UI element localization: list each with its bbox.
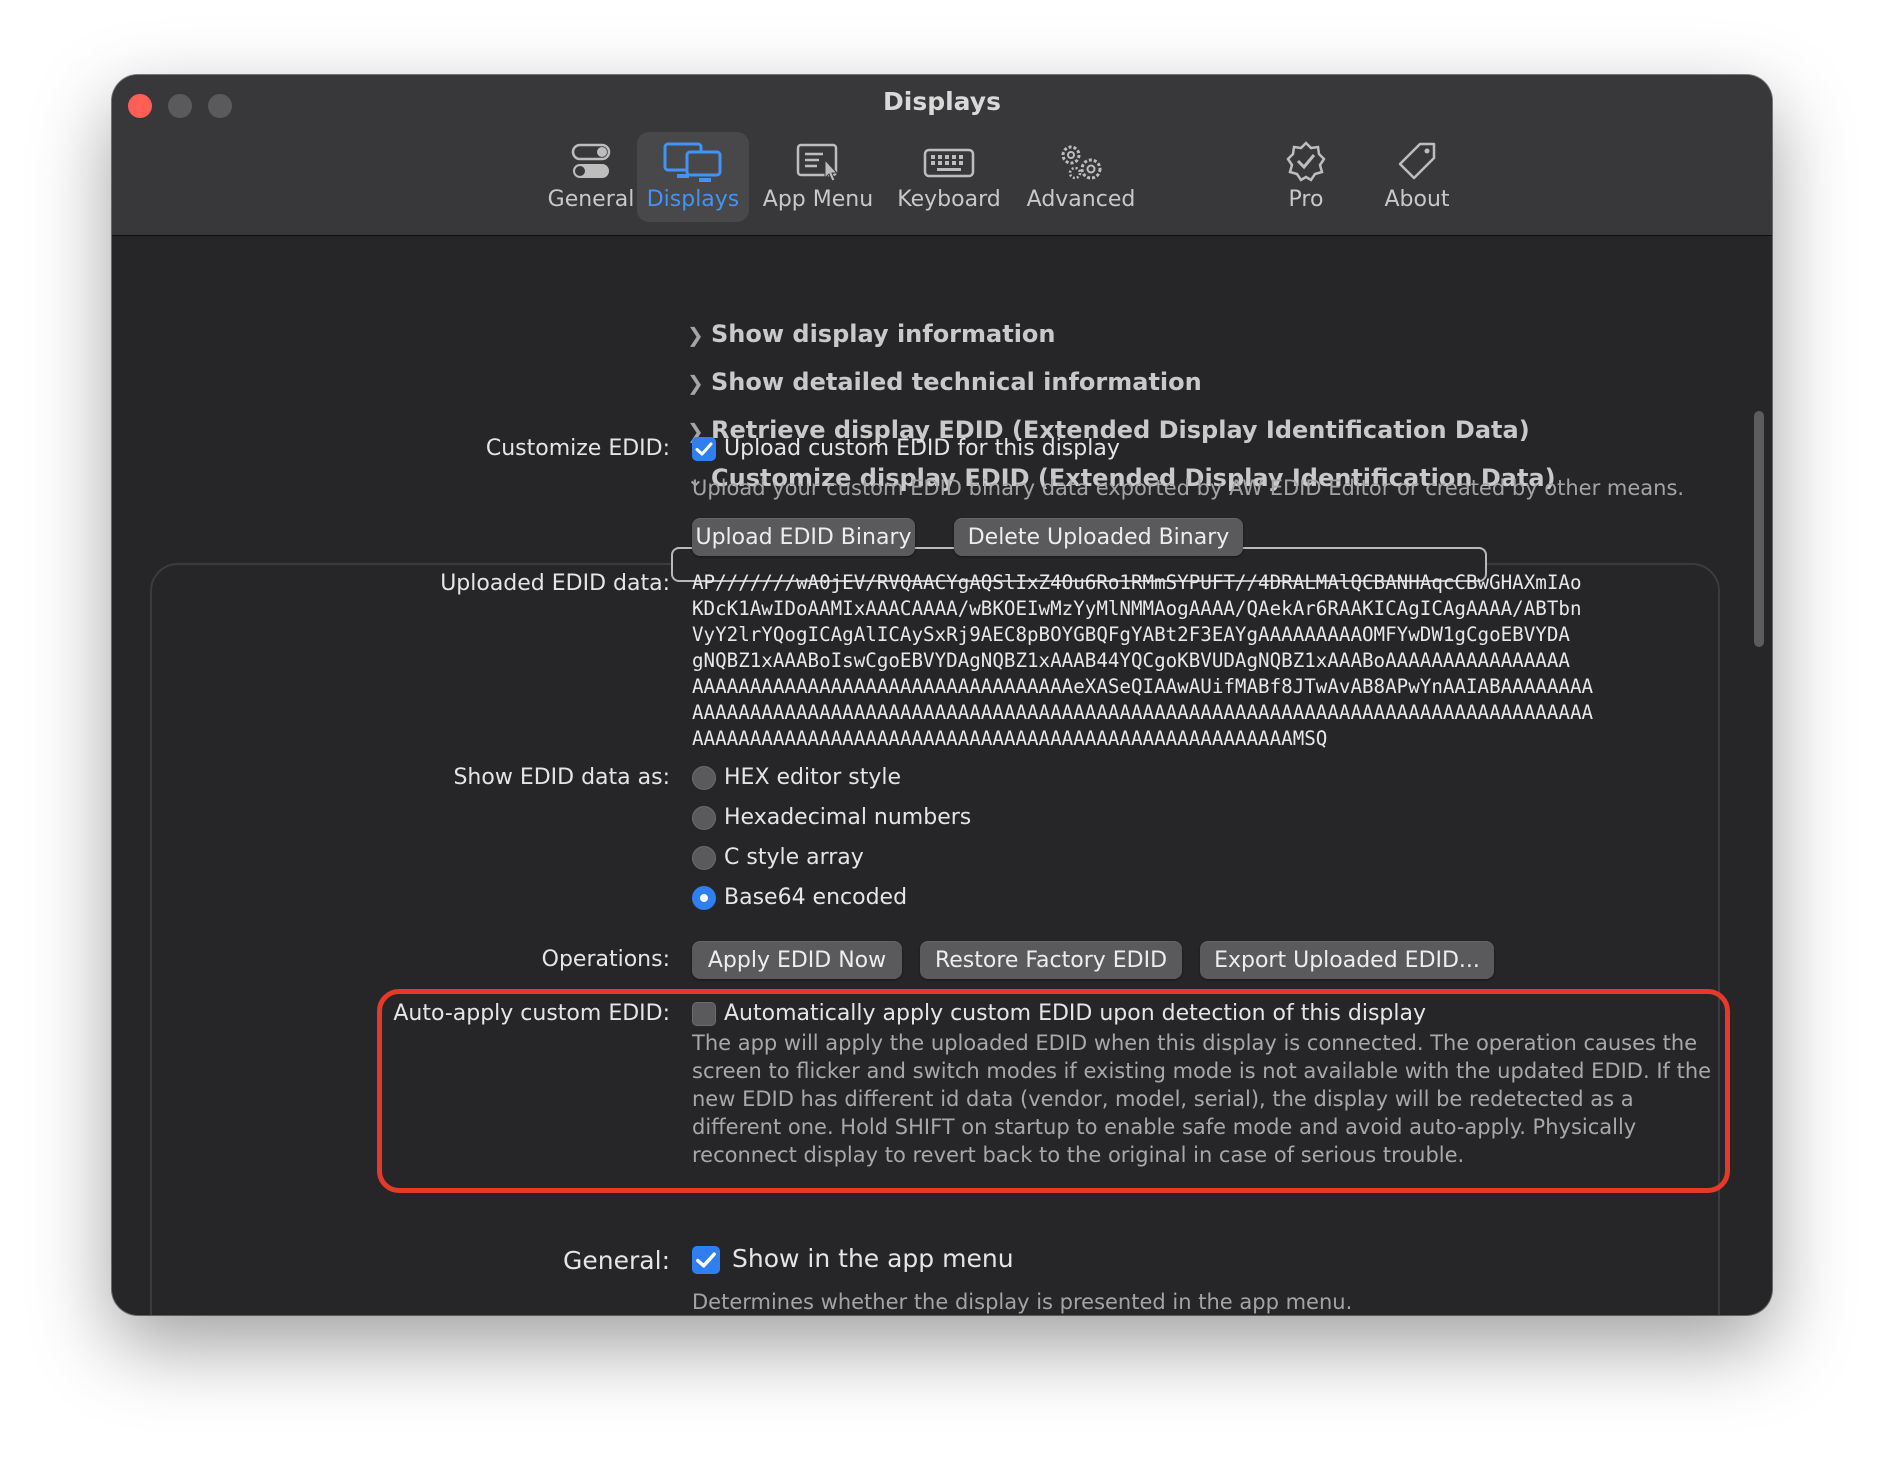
edid-line: VyY2lrYQogICAgAlICAySxRj9AEC8pBOYGBQFgYA…	[692, 623, 1570, 646]
edid-line: AAAAAAAAAAAAAAAAAAAAAAAAAAAAAAAAAAAAAAAA…	[692, 727, 1328, 750]
displays-icon	[663, 142, 722, 182]
tag-icon	[1398, 142, 1436, 180]
tab-keyboard[interactable]: Keyboard	[887, 132, 1011, 222]
app-menu-icon	[796, 143, 839, 182]
checkmark-icon	[695, 442, 713, 456]
tab-displays-label: Displays	[646, 187, 740, 212]
tab-pro-label: Pro	[1288, 187, 1324, 212]
radio-c-array[interactable]	[692, 846, 716, 870]
tab-app-menu[interactable]: App Menu	[760, 132, 876, 222]
keyboard-icon	[923, 148, 975, 178]
checkmark-icon	[696, 1252, 716, 1268]
customize-edid-field-label: Customize EDID:	[485, 436, 670, 461]
show-technical-info-disclosure[interactable]: ❯ Show detailed technical information	[687, 368, 1202, 396]
tab-general-label: General	[547, 187, 635, 212]
radio-c-array-label: C style array	[724, 845, 864, 870]
chevron-right-icon: ❯	[687, 323, 704, 347]
edid-line: AAAAAAAAAAAAAAAAAAAAAAAAAAAAAAAAAeXASeQI…	[692, 675, 1594, 698]
upload-custom-edid-label: Upload custom EDID for this display	[724, 436, 1120, 461]
apply-edid-now-button[interactable]: Apply EDID Now	[692, 941, 902, 979]
edid-line: KDcK1AwIDoAAMIxAAACAAAA/wBKOEIwMzYyMlNMM…	[692, 597, 1582, 620]
uploaded-edid-text[interactable]: AP///////wA0jEV/RVQAACYgAQSlIxZ4Ou6Ro1RM…	[692, 570, 1722, 752]
show-display-info-label: Show display information	[711, 320, 1056, 348]
restore-factory-edid-button[interactable]: Restore Factory EDID	[920, 941, 1182, 979]
radio-base64[interactable]	[692, 886, 716, 910]
operations-label: Operations:	[541, 947, 670, 972]
edid-line: AP///////wA0jEV/RVQAACYgAQSlIxZ4Ou6Ro1RM…	[692, 571, 1582, 594]
tab-displays[interactable]: Displays	[637, 132, 749, 222]
upload-hint: Upload your custom EDID binary data expo…	[692, 476, 1685, 500]
chevron-right-icon: ❯	[687, 371, 704, 395]
show-edid-as-label: Show EDID data as:	[453, 765, 670, 790]
show-display-info-disclosure[interactable]: ❯ Show display information	[687, 320, 1056, 348]
tab-pro[interactable]: Pro	[1262, 132, 1350, 222]
radio-hexadecimal-label: Hexadecimal numbers	[724, 805, 972, 830]
toggles-icon	[571, 143, 611, 178]
show-in-app-menu-label: Show in the app menu	[732, 1244, 1014, 1273]
radio-hex-editor[interactable]	[692, 766, 716, 790]
export-uploaded-edid-button[interactable]: Export Uploaded EDID...	[1200, 941, 1494, 979]
delete-uploaded-binary-button[interactable]: Delete Uploaded Binary	[954, 518, 1243, 556]
tab-advanced[interactable]: Advanced	[1017, 132, 1145, 222]
upload-edid-binary-button[interactable]: Upload EDID Binary	[692, 518, 915, 556]
radio-hexadecimal[interactable]	[692, 806, 716, 830]
radio-base64-label: Base64 encoded	[724, 885, 908, 910]
tab-keyboard-label: Keyboard	[897, 187, 1001, 212]
tab-about-label: About	[1384, 187, 1450, 212]
tab-app-menu-label: App Menu	[762, 187, 874, 212]
general-label: General:	[563, 1246, 670, 1275]
tab-advanced-label: Advanced	[1026, 187, 1136, 212]
edid-line: gNQBZ1xAAABoIswCgoEBVYDAgNQBZ1xAAAB44YQC…	[692, 649, 1570, 672]
titlebar: Displays General Displays App Menu Keybo…	[112, 75, 1772, 236]
gears-icon	[1061, 145, 1102, 180]
tab-about[interactable]: About	[1374, 132, 1460, 222]
annotation-highlight-box	[377, 989, 1730, 1193]
show-technical-info-label: Show detailed technical information	[711, 368, 1202, 396]
show-in-app-menu-checkbox[interactable]	[692, 1246, 720, 1274]
uploaded-edid-field-label: Uploaded EDID data:	[440, 571, 670, 596]
show-in-app-menu-hint: Determines whether the display is presen…	[692, 1290, 1353, 1314]
window-title: Displays	[883, 87, 1001, 116]
vertical-scrollbar[interactable]	[1754, 411, 1764, 647]
pro-badge-icon	[1286, 141, 1326, 182]
tab-general[interactable]: General	[536, 132, 646, 222]
upload-custom-edid-checkbox[interactable]	[692, 437, 716, 461]
edid-line: AAAAAAAAAAAAAAAAAAAAAAAAAAAAAAAAAAAAAAAA…	[692, 701, 1594, 724]
radio-hex-editor-label: HEX editor style	[724, 765, 901, 790]
